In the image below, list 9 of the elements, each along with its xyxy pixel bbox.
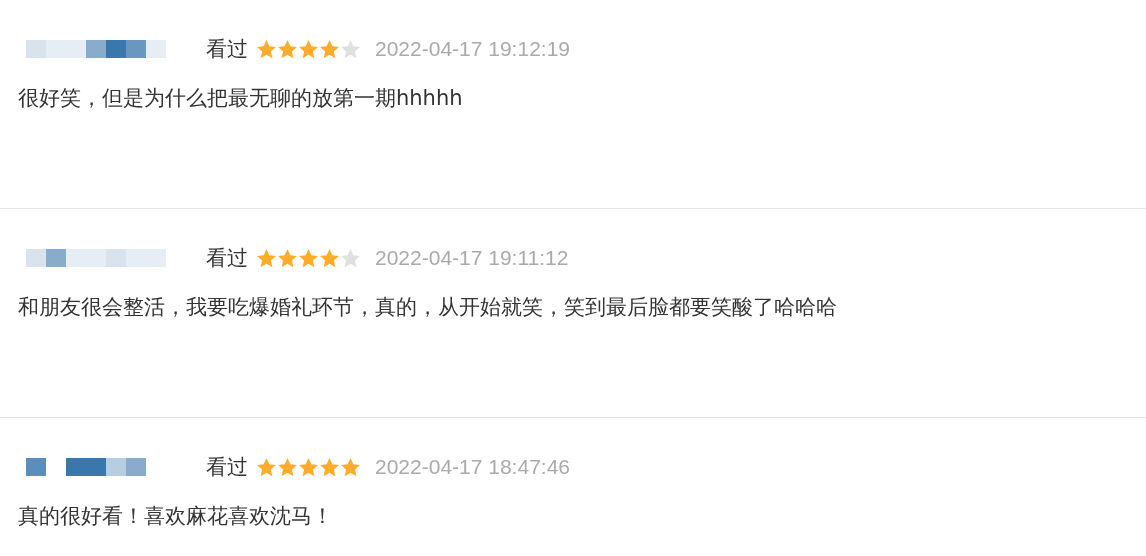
review-time: 2022-04-17 19:12:19	[375, 37, 570, 61]
review-text: 真的很好看！喜欢麻花喜欢沈马！	[18, 503, 334, 530]
watched-status: 看过	[206, 245, 248, 272]
review-text: 很好笑，但是为什么把最无聊的放第一期hhhhh	[18, 85, 464, 112]
watched-status: 看过	[206, 36, 248, 63]
review-time: 2022-04-17 18:47:46	[375, 455, 570, 479]
review-text: 和朋友很会整活，我要吃爆婚礼环节，真的，从开始就笑，笑到最后脸都要笑酸了哈哈哈	[18, 294, 838, 321]
review-time: 2022-04-17 19:11:12	[375, 246, 569, 270]
watched-status: 看过	[206, 454, 248, 481]
